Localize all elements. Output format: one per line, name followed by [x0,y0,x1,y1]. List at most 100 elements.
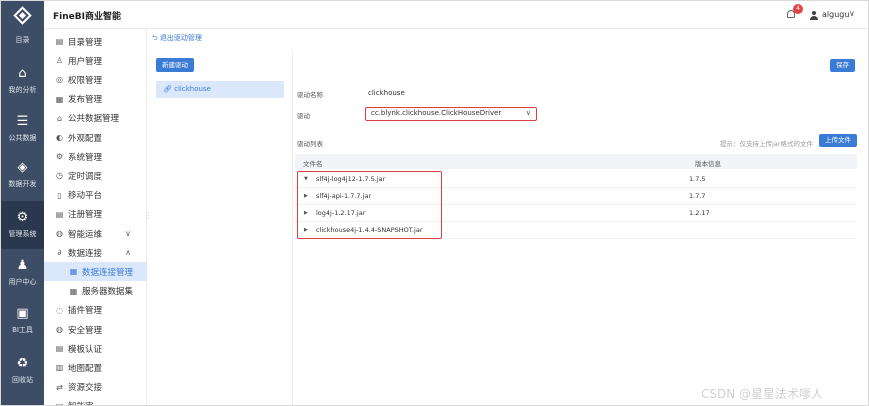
rail-item[interactable]: ▣ BI工具 [1,297,44,345]
save-button[interactable]: 保存 [830,59,855,72]
analysis-icon: ⌂ [18,66,27,81]
menu-item-icon: ▦ [55,94,64,104]
menu-item-icon: ▦ [69,286,78,296]
rail-item-label: 数据开发 [8,180,37,188]
menu-item-label: 资源交接 [68,383,103,394]
column-file-name: 文件名 [303,160,323,168]
menu-item[interactable]: ▦ 发布管理 [44,90,147,109]
menu-item-icon: ▤ [54,402,65,405]
system-icon: ⚙ [16,210,29,225]
recycle-icon: ♻ [16,356,29,371]
left-rail: 目录 ⌂ 我的分析 ☰ 公共数据 ◈ 数据开发 ⚙ 管理系统 ♟ 用户中心 ▣ BI工具 ♻ 回收站 [1,1,44,405]
rail-item-label: 用户中心 [8,278,37,286]
menu-item-icon: ▤ [55,37,64,46]
menu-item-icon: ◍ [56,325,63,334]
menu-item[interactable]: ◷ 定时调度 [44,166,147,185]
user-icon [810,11,818,20]
menu-item[interactable]: ▤智能审 [44,397,147,405]
menu-item-label: 定时调度 [68,171,103,182]
menu-item[interactable]: ⌂ 公共数据管理 [44,109,147,128]
notification-badge: 4 [793,4,803,14]
menu-item-icon: ◐ [56,133,63,142]
menu-item[interactable]: ▥ 地图配置 [44,358,147,377]
menu-item[interactable]: ⚙ 系统管理 [44,147,147,166]
menu-item-icon: ◌ [56,305,63,315]
rail-item[interactable]: ◈ 数据开发 [1,151,44,199]
dev-icon: ◈ [17,160,28,175]
rail-item[interactable]: ☰ 公共数据 [1,105,44,153]
driver-list-item-label: clickhouse [174,85,211,93]
menu-resize-handle[interactable]: ⋮ [144,211,152,220]
menu-item-label: 地图配置 [68,363,103,374]
driver-label: 驱动 [297,112,310,120]
menu-item[interactable]: ▦ 服务器数据集 [44,282,147,301]
menu-item[interactable]: ◍ 智能运维 ∨ [44,224,147,243]
rail-item-label: BI工具 [12,326,33,334]
driver-class-select[interactable]: cc.blynk.clickhouse.ClickHouseDriver ∨ [365,107,537,121]
driver-class-value: cc.blynk.clickhouse.ClickHouseDriver [371,109,502,117]
username[interactable]: algugu [822,10,849,19]
menu-item[interactable]: ◎ 权限管理 [44,70,147,89]
menu-item-label: 智能运维 [68,229,103,240]
menu-item[interactable]: ∂ 数据连接 ∧ [44,243,147,262]
menu-item-label: 外观配置 [68,133,103,144]
new-driver-button[interactable]: 新建驱动 [156,58,194,72]
menu-item[interactable]: ♙ 用户管理 [44,51,147,70]
menu-item-label: 用户管理 [68,56,103,67]
file-list-highlight [297,171,442,239]
app-window: 目录 ⌂ 我的分析 ☰ 公共数据 ◈ 数据开发 ⚙ 管理系统 ♟ 用户中心 ▣ BI工具 ♻ 回收站 Fin… [0,0,869,406]
menu-item[interactable]: ▤ 模板认证 [44,339,147,358]
rail-item[interactable]: ♟ 用户中心 [1,249,44,297]
menu-item[interactable]: ▦ 数据连接管理 [44,262,147,282]
menu-item-label: 服务器数据集 [82,287,134,298]
menu-item-icon: ◎ [56,75,63,85]
app-logo[interactable] [1,1,44,29]
menu-item-icon: ⚙ [55,152,64,162]
driver-list-item[interactable]: 🔗︎ clickhouse [156,81,284,98]
menu-item[interactable]: ◐ 外观配置 [44,128,147,147]
link-icon: 🔗︎ [163,85,172,93]
driver-name-value: clickhouse [368,89,405,97]
menu-item-label: 数据连接管理 [82,267,134,278]
menu-item-label: 目录管理 [68,37,103,48]
menu-item[interactable]: ▤ 注册管理 [44,205,147,224]
watermark: CSDN @星星法术嗲人 [701,387,824,401]
menu-item-icon: ⌂ [56,113,63,123]
file-version: 1.7.5 [689,175,706,183]
menu-item[interactable]: ▤ 目录管理 [44,32,147,51]
menu-item-label: 发布管理 [68,95,103,106]
upload-file-button[interactable]: 上传文件 [819,134,857,147]
menu-item-label: 数据连接 [68,248,103,259]
rail-item[interactable]: ⚙ 管理系统 [1,201,44,249]
toolbox-icon: ▣ [16,306,29,321]
rail-item[interactable]: ⌂ 我的分析 [1,57,44,105]
menu-item[interactable]: ◌ 插件管理 [44,301,147,320]
database-icon: ☰ [16,114,29,129]
menu-item-icon: ◍ [56,229,63,238]
rail-item-label: 管理系统 [8,230,37,238]
menu-item-label: 插件管理 [68,306,103,317]
rail-item[interactable]: 目录 [1,29,44,45]
chevron-up-icon[interactable]: ∧ [125,248,131,257]
exit-driver-management-link[interactable]: ⮌ 退出驱动管理 [152,33,202,45]
upload-hint: 提示：仅支持上传jar格式的文件 [720,140,813,148]
rail-item-label: 回收站 [12,376,33,384]
menu-item-icon: ▥ [55,363,64,373]
menu-item[interactable]: ⇄ 资源交接 [44,378,147,397]
menu-item-icon: ▤ [55,209,64,219]
menu-item[interactable]: ◍ 安全管理 [44,320,147,339]
menu-item[interactable]: ▯ 移动平台 [44,186,147,205]
menu-item-icon: ▦ [69,267,78,277]
menu-item-label: 公共数据管理 [68,114,120,125]
menu-item-icon: ∂ [57,248,62,258]
menu-item-icon: ♙ [55,56,64,66]
chevron-down-icon[interactable]: ∨ [849,9,855,18]
rail-item[interactable]: ♻ 回收站 [1,347,44,395]
top-bar: FineBI商业智能 4 algugu ∨ [44,1,868,29]
file-version: 1.2.17 [689,209,710,217]
rail-item-label: 我的分析 [8,86,37,94]
app-title: FineBI商业智能 [53,12,121,22]
menu-item-label: 权限管理 [68,75,103,86]
chevron-down-icon[interactable]: ∨ [125,229,131,238]
menu-item-label: 移动平台 [68,191,103,202]
